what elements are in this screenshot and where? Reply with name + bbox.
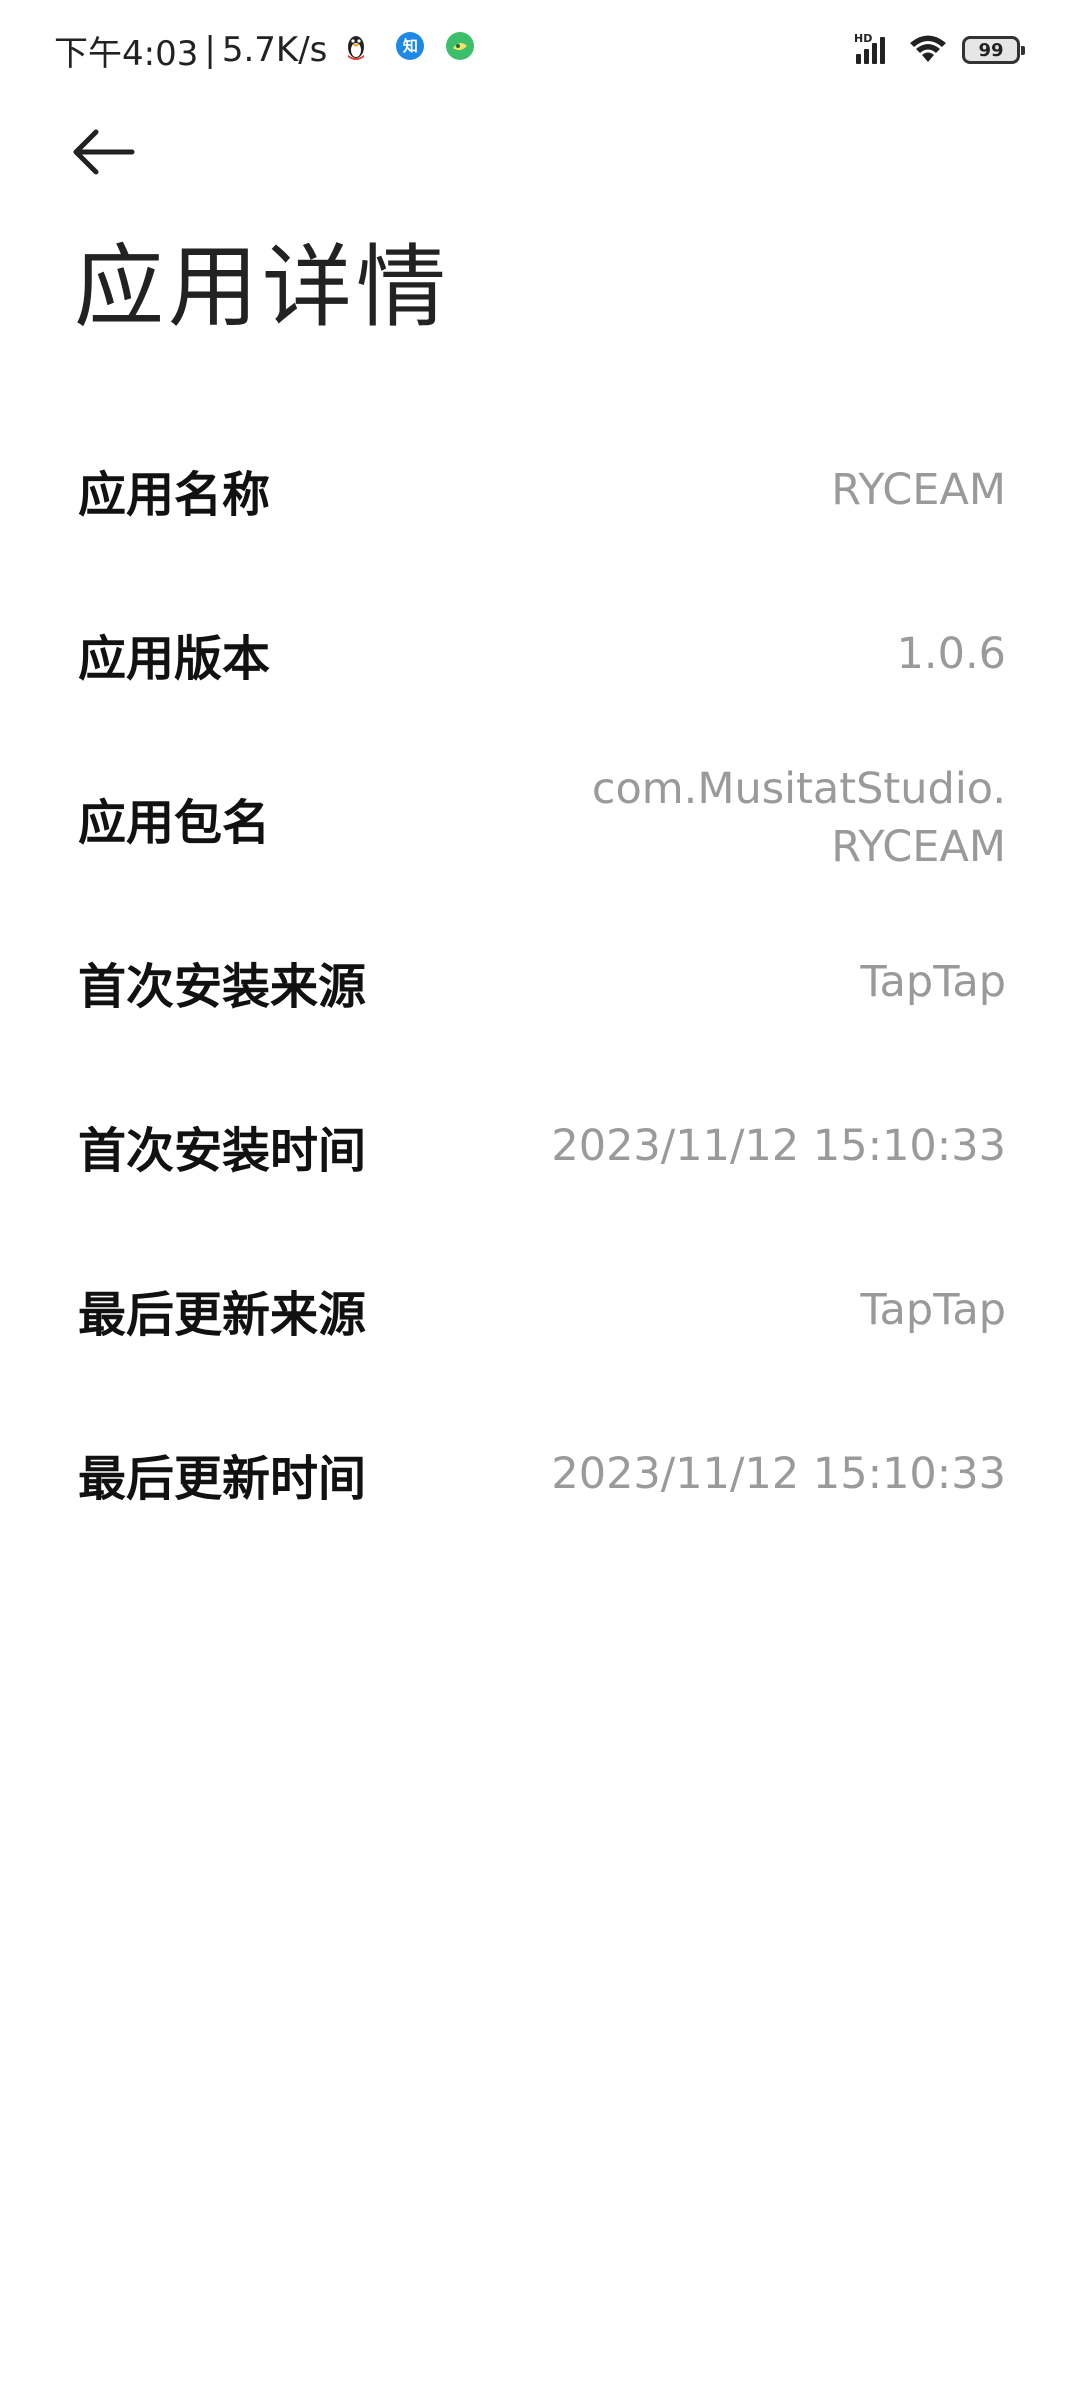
signal-icon: HD: [854, 32, 894, 66]
detail-value: RYCEAM: [831, 465, 1006, 515]
detail-list: 应用名称 RYCEAM 应用版本 1.0.6 应用包名 com.MusitatS…: [0, 408, 1080, 1556]
zhihu-glyph: 知: [402, 36, 418, 55]
detail-label: 应用版本: [78, 631, 271, 687]
detail-row-last-update-source: 最后更新来源 TapTap: [0, 1228, 1080, 1392]
wifi-icon: [908, 32, 948, 68]
detail-value: 2023/11/12 15:10:33: [551, 1121, 1006, 1171]
detail-value: TapTap: [860, 957, 1006, 1007]
status-bar: 下午4:03 | 5.7K/s 知 HD 99: [0, 0, 1080, 100]
back-button[interactable]: [72, 120, 152, 188]
detail-value: 2023/11/12 15:10:33: [551, 1449, 1006, 1499]
status-time: 下午4:03: [54, 33, 199, 74]
page-title: 应用详情: [74, 235, 450, 340]
detail-label: 应用包名: [78, 795, 271, 851]
detail-row-app-name: 应用名称 RYCEAM: [0, 408, 1080, 572]
green-app-icon: [445, 30, 475, 70]
status-net-speed: 5.7K/s: [221, 30, 328, 70]
detail-label: 最后更新时间: [78, 1451, 367, 1507]
detail-row-last-update-time: 最后更新时间 2023/11/12 15:10:33: [0, 1392, 1080, 1556]
detail-label: 应用名称: [78, 467, 271, 523]
detail-row-first-install-source: 首次安装来源 TapTap: [0, 900, 1080, 1064]
zhihu-icon: 知: [395, 30, 425, 70]
detail-label: 首次安装来源: [78, 959, 367, 1015]
arrow-left-icon: [72, 128, 136, 180]
status-right: HD 99: [854, 28, 1025, 72]
detail-row-package-name: 应用包名 com.MusitatStudio.RYCEAM: [0, 736, 1080, 900]
battery-level: 99: [978, 39, 1004, 61]
battery-icon: 99: [962, 36, 1025, 64]
qq-penguin-icon: [345, 30, 367, 70]
detail-row-app-version: 应用版本 1.0.6: [0, 572, 1080, 736]
detail-label: 首次安装时间: [78, 1123, 367, 1179]
detail-value: TapTap: [860, 1285, 1006, 1335]
detail-value: com.MusitatStudio.RYCEAM: [591, 764, 1006, 872]
status-separator: |: [204, 30, 216, 70]
detail-row-first-install-time: 首次安装时间 2023/11/12 15:10:33: [0, 1064, 1080, 1228]
detail-label: 最后更新来源: [78, 1287, 367, 1343]
status-left: 下午4:03 | 5.7K/s 知: [54, 24, 475, 76]
detail-value: 1.0.6: [896, 629, 1006, 679]
